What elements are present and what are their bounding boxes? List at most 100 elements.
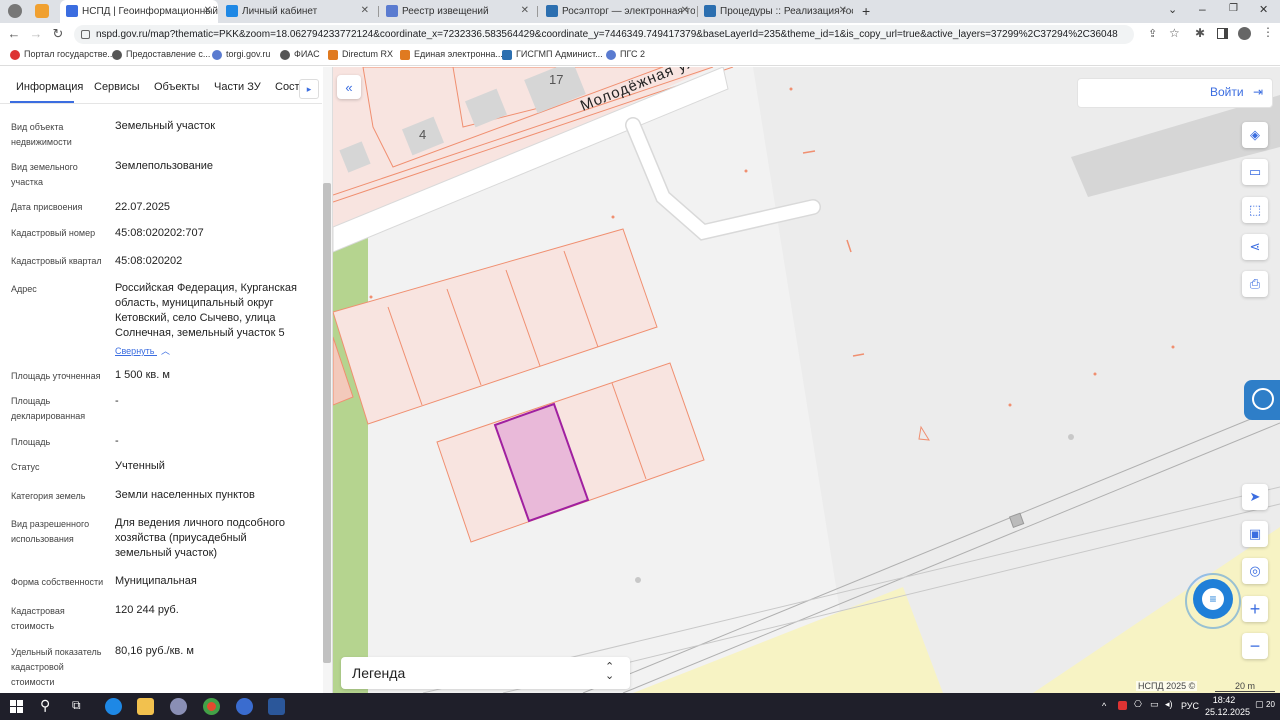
- notifications-badge[interactable]: ▢ 20: [1255, 699, 1275, 710]
- geolocation-icon: ◎: [1249, 563, 1261, 578]
- pinned-tab-icon[interactable]: [35, 4, 49, 18]
- back-icon[interactable]: ←: [6, 26, 22, 41]
- close-tab-icon[interactable]: ✕: [204, 5, 212, 16]
- copyright-label: НСПД 2025 ©: [1136, 681, 1198, 691]
- field-label-object-type: Вид объекта недвижимости: [11, 122, 72, 147]
- address-bar[interactable]: nspd.gov.ru/map?thematic=PKK&zoom=18.062…: [74, 25, 1134, 44]
- extensions-icon[interactable]: ✱: [1195, 26, 1205, 40]
- tab-search-icon[interactable]: [8, 4, 22, 18]
- tab-objects[interactable]: Объекты: [154, 81, 199, 93]
- share-map-button[interactable]: ⋖: [1242, 234, 1268, 260]
- house-number-label: 4: [419, 127, 427, 142]
- tab-nspd[interactable]: НСПД | Геоинформационный п ✕: [60, 0, 218, 23]
- collapse-panel-button[interactable]: «: [337, 75, 361, 99]
- menu-dots-icon[interactable]: ⋮: [1262, 25, 1274, 39]
- edge-icon[interactable]: [105, 698, 122, 715]
- map-point: [1008, 403, 1012, 407]
- tab-services[interactable]: Сервисы: [94, 81, 140, 93]
- legend-dropdown[interactable]: Легенда ⌃ ⌄: [341, 657, 630, 689]
- bookmark-pgs2[interactable]: ПГС 2: [606, 49, 645, 60]
- torgi-icon: [212, 50, 222, 60]
- tab-land-parts[interactable]: Части ЗУ: [214, 81, 261, 93]
- sort-updown-icon: ⌃ ⌄: [605, 661, 615, 682]
- locate-button[interactable]: ➤: [1242, 484, 1268, 510]
- zoom-out-button[interactable]: −: [1242, 633, 1268, 659]
- panel-scrollbar-thumb[interactable]: [323, 183, 331, 663]
- tray-app-icon[interactable]: [1118, 701, 1127, 710]
- minus-icon: −: [1249, 635, 1261, 656]
- new-tab-button[interactable]: +: [862, 3, 870, 19]
- print-button[interactable]: ⎙: [1242, 271, 1268, 297]
- bookmark-star-icon[interactable]: ☆: [1169, 26, 1180, 40]
- bookmark-torgi[interactable]: torgi.gov.ru: [212, 49, 270, 60]
- field-label-area: Площадь: [11, 437, 51, 447]
- map-point: [744, 169, 748, 173]
- tab-composition[interactable]: Соста: [275, 81, 299, 93]
- tab-notices-registry[interactable]: Реестр извещений ✕: [380, 0, 535, 23]
- bookmark-unified-electronic[interactable]: Единая электронна...: [400, 49, 503, 60]
- field-value-cadastral-value: 120 244 руб.: [115, 604, 179, 616]
- tab-information[interactable]: Информация: [16, 81, 83, 93]
- bookmark-gisgmp[interactable]: ГИСГМП Админист...: [502, 49, 603, 60]
- field-label-permitted-use: Вид разрешенного использования: [11, 519, 90, 544]
- layers-button[interactable]: ◈: [1242, 122, 1268, 148]
- bookmark-gosuslugi[interactable]: Портал государстве...: [10, 49, 115, 60]
- tab-personal-cabinet[interactable]: Личный кабинет ✕: [220, 0, 375, 23]
- field-value-land-type: Землепользование: [115, 160, 214, 172]
- geolocation-button[interactable]: ◎: [1242, 558, 1268, 584]
- task-view-icon[interactable]: ⧉: [72, 698, 81, 713]
- site-info-icon[interactable]: [81, 30, 90, 39]
- map-point: [635, 577, 641, 583]
- profile-avatar-icon[interactable]: [1238, 27, 1251, 40]
- language-indicator[interactable]: РУС: [1181, 701, 1199, 711]
- forward-icon[interactable]: →: [28, 26, 44, 41]
- pgs-icon: [606, 50, 616, 60]
- tabs-divider: [0, 103, 322, 104]
- search-icon[interactable]: ⚲: [40, 697, 50, 714]
- minimize-icon[interactable]: –: [1199, 2, 1206, 16]
- tab-roseltorg[interactable]: Росэлторг — электронная торг ✕: [540, 0, 695, 23]
- windows-start-icon[interactable]: [10, 700, 23, 713]
- login-button[interactable]: Войти ⇥: [1210, 85, 1263, 99]
- minimap-icon: ▣: [1248, 526, 1262, 541]
- close-tab-icon[interactable]: ✕: [839, 5, 847, 16]
- close-window-icon[interactable]: ✕: [1259, 3, 1268, 16]
- collapse-address-link[interactable]: Свернуть ︿: [115, 344, 170, 357]
- select-area-button[interactable]: ⬚: [1242, 197, 1268, 223]
- close-tab-icon[interactable]: ✕: [521, 5, 529, 16]
- field-value-address: Российская Федерация, Курганская область…: [115, 282, 297, 339]
- tray-chevron-icon[interactable]: ^: [1102, 701, 1106, 711]
- zoom-in-button[interactable]: +: [1242, 596, 1268, 622]
- map-canvas[interactable]: Молодёжная ули 17 4 « Войти ⇥ ◈ ▭ ⬚ ⋖ ⎙ …: [333, 67, 1280, 693]
- word-icon[interactable]: [268, 698, 285, 715]
- volume-icon[interactable]: ◂): [1165, 699, 1173, 710]
- measure-button[interactable]: ▭: [1242, 159, 1268, 185]
- cabinet-favicon-icon: [226, 5, 238, 17]
- tray-network-icon[interactable]: ⎔: [1134, 699, 1142, 710]
- minimap-button[interactable]: ▣: [1242, 521, 1268, 547]
- close-tab-icon[interactable]: ✕: [361, 5, 369, 16]
- chrome-icon[interactable]: [203, 698, 220, 715]
- share-icon[interactable]: ⇪: [1148, 27, 1157, 40]
- chat-button[interactable]: ≡: [1193, 579, 1233, 619]
- tab-procedures[interactable]: Процедуры :: Реализация госи ✕: [698, 0, 853, 23]
- bookmark-directum[interactable]: Directum RX: [328, 49, 393, 60]
- globe-icon: [280, 50, 290, 60]
- bookmark-provision[interactable]: Предоставление с...: [112, 49, 210, 60]
- procedures-favicon-icon: [704, 5, 716, 17]
- tab-list-chevron-icon[interactable]: ⌄: [1168, 3, 1177, 16]
- close-tab-icon[interactable]: ✕: [681, 5, 689, 16]
- tray-monitor-icon[interactable]: ▭: [1150, 699, 1159, 710]
- help-chat-tab[interactable]: [1244, 380, 1280, 420]
- side-panel-icon[interactable]: [1217, 28, 1228, 39]
- restore-icon[interactable]: ❐: [1229, 3, 1238, 14]
- reload-icon[interactable]: ↻: [50, 26, 66, 42]
- tabs-scroll-right-icon[interactable]: ▸: [299, 79, 319, 99]
- yandex-icon[interactable]: [236, 698, 253, 715]
- file-explorer-icon[interactable]: [137, 698, 154, 715]
- field-label-address: Адрес: [11, 284, 37, 294]
- clock[interactable]: 18:42 25.12.2025: [1205, 694, 1250, 718]
- bookmark-fias[interactable]: ФИАС: [280, 49, 320, 60]
- app-icon[interactable]: [170, 698, 187, 715]
- map-point: [1171, 345, 1175, 349]
